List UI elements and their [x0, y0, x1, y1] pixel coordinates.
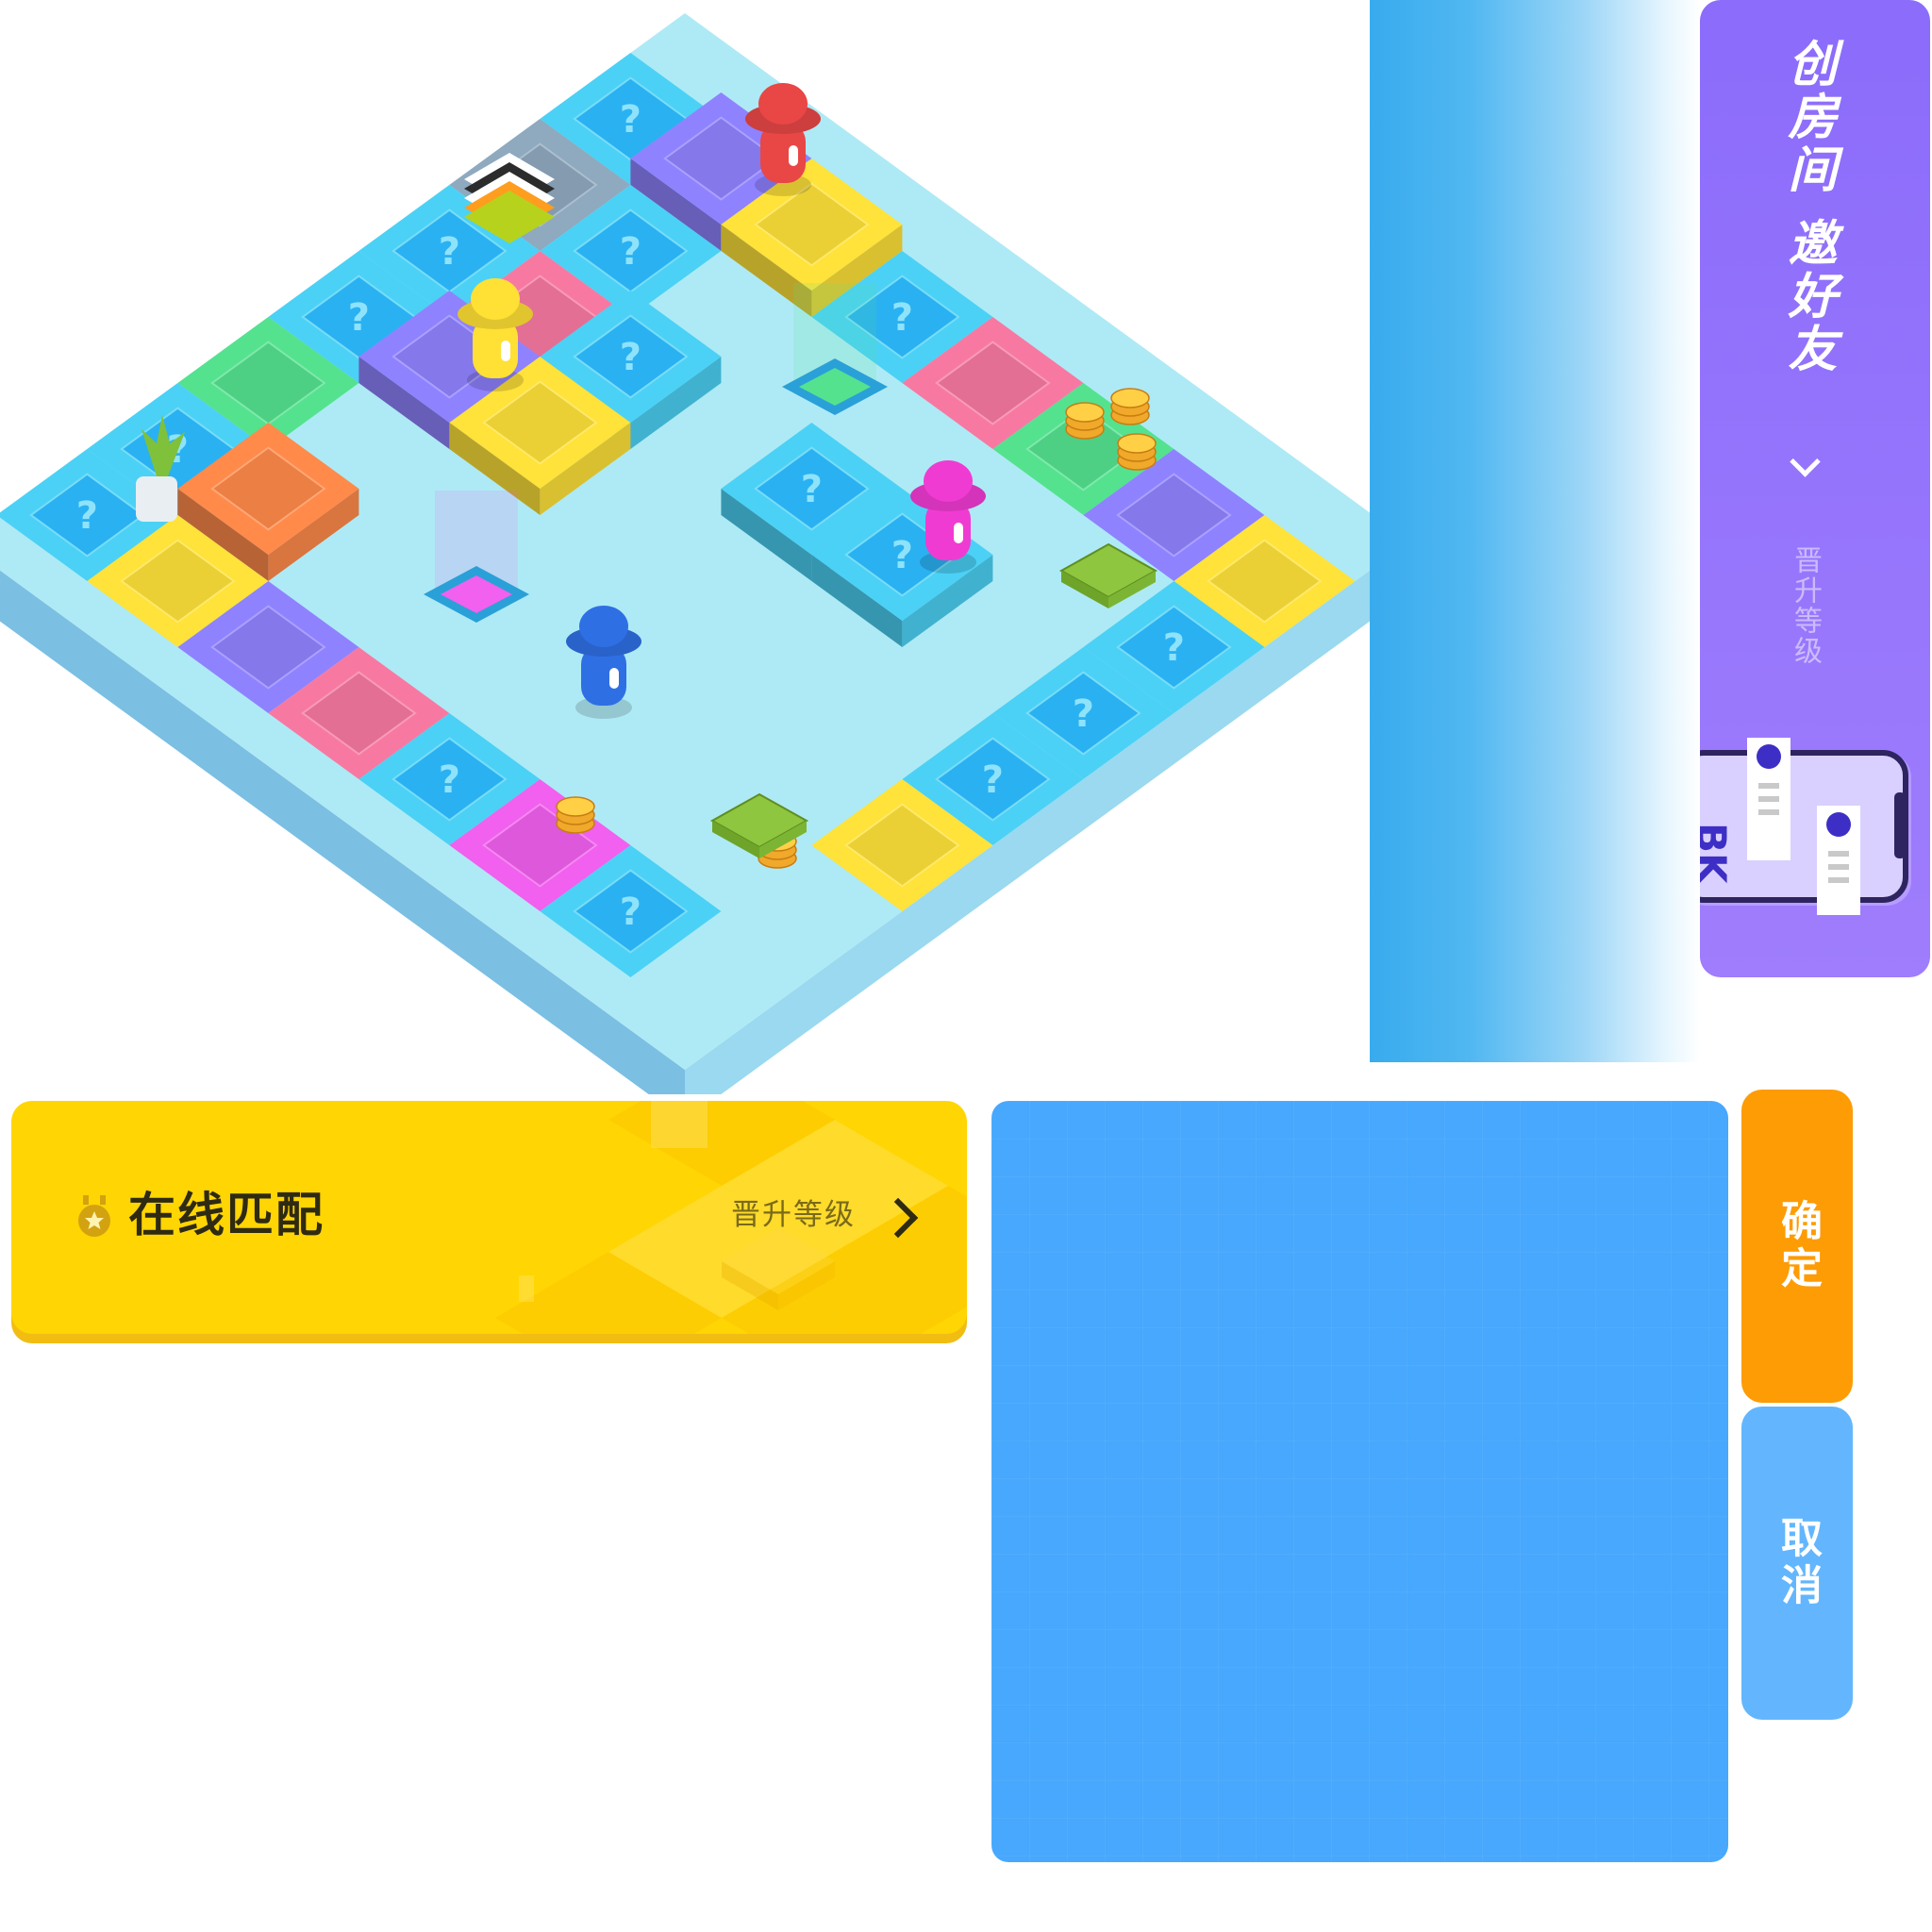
- confirm-label: 确定: [1774, 1199, 1822, 1293]
- question-mark-icon: ?: [891, 534, 913, 577]
- question-mark-icon: ?: [439, 230, 460, 274]
- question-mark-icon: ?: [76, 494, 98, 538]
- hat-crown: [924, 460, 973, 502]
- hat-crown: [471, 278, 520, 320]
- piece-highlight: [501, 341, 510, 361]
- question-mark-icon: ?: [620, 891, 641, 934]
- coin-icon: [1117, 433, 1157, 454]
- blue-background-panel: [991, 1101, 1728, 1862]
- question-mark-icon: ?: [982, 758, 1004, 802]
- phone-chat-illustration: BK: [1700, 738, 1911, 915]
- medal-icon: [78, 1195, 110, 1237]
- question-mark-icon: ?: [620, 336, 641, 379]
- coin-icon: [1065, 402, 1105, 423]
- piece-highlight: [954, 523, 963, 543]
- create-room-panel[interactable]: 创房间 邀好友 晋升等级 BK: [1700, 0, 1930, 977]
- question-mark-icon: ?: [891, 296, 913, 340]
- confirm-button[interactable]: 确定: [1741, 1090, 1853, 1403]
- question-mark-icon: ?: [1163, 626, 1185, 670]
- question-mark-icon: ?: [620, 230, 641, 274]
- piece-highlight: [609, 668, 619, 689]
- create-room-subtitle: 晋升等级: [1789, 545, 1822, 666]
- question-mark-icon: ?: [1073, 692, 1094, 736]
- question-mark-icon: ?: [620, 98, 641, 142]
- hat-crown: [579, 606, 628, 647]
- coin-icon: [1110, 388, 1150, 408]
- chevron-right-icon: [1790, 446, 1821, 477]
- question-mark-icon: ?: [801, 468, 823, 511]
- create-room-title: 创房间 邀好友: [1779, 38, 1836, 376]
- blue-gradient-strip: [1370, 0, 1700, 1062]
- cancel-label: 取消: [1774, 1516, 1822, 1610]
- svg-text:BK: BK: [1700, 823, 1735, 885]
- piece-highlight: [789, 145, 798, 166]
- question-mark-icon: ?: [348, 296, 370, 340]
- online-match-label: 在线匹配: [128, 1188, 325, 1242]
- cancel-button[interactable]: 取消: [1741, 1407, 1853, 1720]
- coin-icon: [556, 796, 595, 817]
- online-match-subtitle: 晋升等级: [731, 1198, 856, 1232]
- plant-pot-icon: [136, 476, 177, 522]
- online-match-card[interactable]: 在线匹配 晋升等级: [11, 1101, 967, 1334]
- question-mark-icon: ?: [439, 758, 460, 802]
- game-board-illustration: ???????????????: [0, 0, 1377, 1094]
- game-board-svg: ???????????????: [0, 13, 1377, 1094]
- hat-crown: [758, 83, 808, 125]
